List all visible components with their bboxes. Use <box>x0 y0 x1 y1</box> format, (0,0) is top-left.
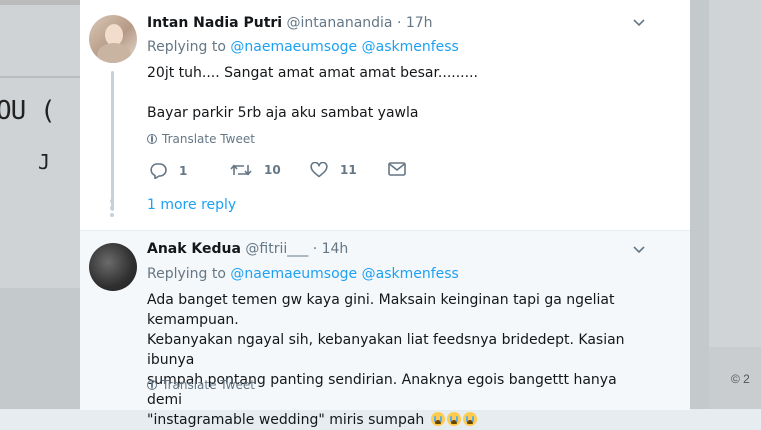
tweet-text-line <box>147 83 647 103</box>
replying-to: Replying to @naemaeumsoge @askmenfess <box>147 39 459 55</box>
tweet-header: Anak Kedua @fitrii___ · 14h <box>147 241 348 257</box>
backdrop-text: J <box>38 150 51 174</box>
tweet-text-segment: "instagramable wedding" miris sumpah <box>147 412 425 428</box>
tweet-text-line: 20jt tuh.... Sangat amat amat amat besar… <box>147 65 478 81</box>
timestamp[interactable]: · 14h <box>313 241 349 257</box>
mention-link[interactable]: @askmenfess <box>362 266 459 282</box>
mention-link[interactable]: @askmenfess <box>362 39 459 55</box>
retweet-count: 10 <box>264 163 281 177</box>
backdrop-right: © 2 <box>690 0 761 409</box>
tweet-actions: 1 10 11 <box>147 162 507 182</box>
tweet-text-line: Bayar parkir 5rb aja aku sambat yawla <box>147 105 419 121</box>
translate-label: Translate Tweet <box>162 378 255 392</box>
avatar[interactable] <box>89 243 137 291</box>
backdrop-text: OU ( <box>0 96 56 126</box>
tweet-text-line: Kebanyakan ngayal sih, kebanyakan liat f… <box>147 332 625 368</box>
crying-face-icon <box>430 412 445 426</box>
mention-link[interactable]: @naemaeumsoge <box>230 39 357 55</box>
replying-to: Replying to @naemaeumsoge @askmenfess <box>147 266 459 282</box>
avatar-body <box>97 43 131 63</box>
direct-message-button[interactable] <box>388 162 406 176</box>
globe-icon <box>147 380 157 390</box>
tweet-text-line: "instagramable wedding" miris sumpah <box>147 410 647 430</box>
globe-icon <box>147 134 157 144</box>
chevron-down-icon[interactable] <box>633 244 645 256</box>
retweet-icon <box>230 164 252 176</box>
translate-label: Translate Tweet <box>162 132 255 146</box>
reply-button[interactable]: 1 <box>149 162 187 179</box>
translate-tweet-link[interactable]: Translate Tweet <box>147 378 255 392</box>
tweet-header: Intan Nadia Putri @intananandia · 17h <box>147 15 433 31</box>
tweet-text-line: Ada banget temen gw kaya gini. Maksain k… <box>147 292 615 328</box>
display-name[interactable]: Anak Kedua <box>147 241 241 257</box>
backdrop-divider <box>0 76 80 78</box>
retweet-button[interactable]: 10 <box>230 162 281 178</box>
replying-label: Replying to <box>147 39 226 55</box>
reply-count: 1 <box>179 163 188 178</box>
backdrop-divider <box>0 0 80 5</box>
envelope-icon <box>388 162 406 176</box>
avatar[interactable] <box>89 15 137 63</box>
timestamp[interactable]: · 17h <box>397 15 433 31</box>
like-button[interactable]: 11 <box>310 162 357 178</box>
reply-icon <box>150 163 167 179</box>
chevron-down-icon[interactable] <box>633 17 645 29</box>
backdrop-left: OU ( J <box>0 0 80 409</box>
crying-face-icon <box>462 412 477 426</box>
mention-link[interactable]: @naemaeumsoge <box>230 266 357 282</box>
footer-copyright: © 2 <box>731 372 750 386</box>
backdrop-band <box>0 288 80 409</box>
tweet[interactable]: Intan Nadia Putri @intananandia · 17h Re… <box>80 0 690 230</box>
thread-line <box>111 71 114 211</box>
tweet-text: Ada banget temen gw kaya gini. Maksain k… <box>147 290 647 430</box>
backdrop-panel <box>709 0 761 347</box>
tweet[interactable]: Anak Kedua @fitrii___ · 14h Replying to … <box>80 230 690 428</box>
thread-dots <box>109 196 115 217</box>
like-count: 11 <box>340 163 357 177</box>
user-handle[interactable]: @intananandia <box>287 15 393 31</box>
more-replies-link[interactable]: 1 more reply <box>147 197 236 213</box>
tweet-text: 20jt tuh.... Sangat amat amat amat besar… <box>147 63 647 123</box>
tweet-modal: Intan Nadia Putri @intananandia · 17h Re… <box>80 0 690 428</box>
display-name[interactable]: Intan Nadia Putri <box>147 15 282 31</box>
heart-icon <box>310 162 328 178</box>
crying-face-icon <box>446 412 461 426</box>
replying-label: Replying to <box>147 266 226 282</box>
user-handle[interactable]: @fitrii___ <box>245 241 308 257</box>
translate-tweet-link[interactable]: Translate Tweet <box>147 132 255 146</box>
